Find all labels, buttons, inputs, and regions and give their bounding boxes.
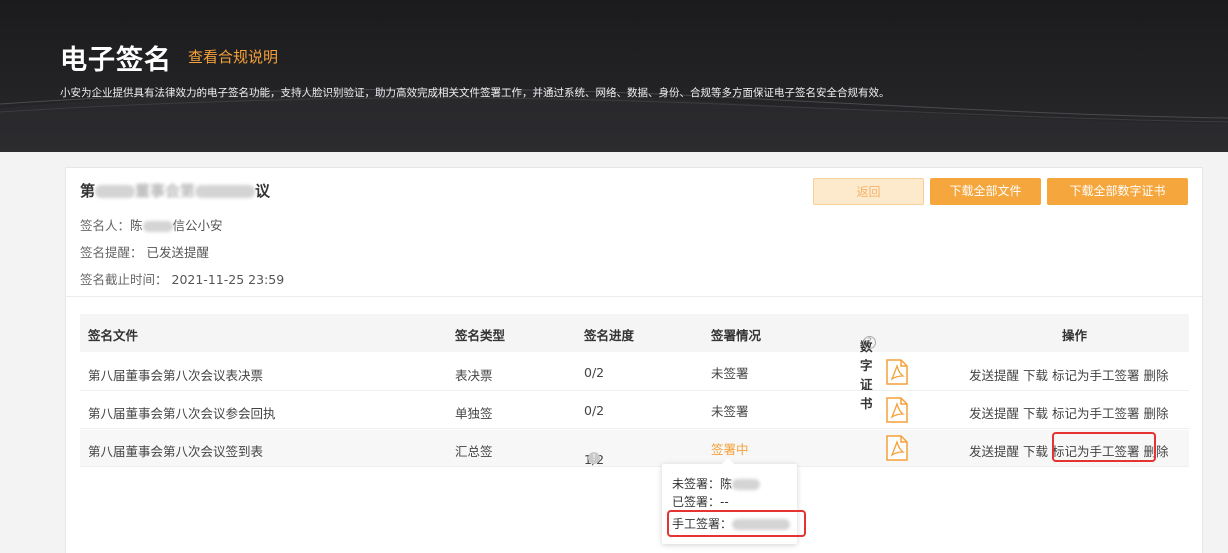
download-all-files-button[interactable]: 下载全部文件 bbox=[930, 178, 1041, 205]
header-ops: 操作 bbox=[1062, 328, 1088, 343]
meeting-title-prefix: 第 bbox=[80, 182, 96, 200]
tooltip-signed-label: 已签署： bbox=[672, 495, 721, 509]
highlight-box bbox=[1052, 432, 1156, 462]
deadline-info: 签名截止时间： 2021-11-25 23:59 bbox=[80, 269, 284, 288]
row-type: 汇总签 bbox=[455, 444, 493, 459]
send-reminder-link[interactable]: 发送提醒 bbox=[969, 368, 1019, 383]
tooltip-signed: 已签署：-- bbox=[672, 493, 729, 510]
table-row: 第八届董事会第八次会议签到表 汇总签 1/2! 签署中 发送提醒 下载 标记为手… bbox=[80, 430, 1189, 467]
header-status: 签署情况 bbox=[711, 328, 762, 343]
download-all-certificates-button[interactable]: 下载全部数字证书 bbox=[1047, 178, 1188, 205]
row-operations: 发送提醒 下载 标记为手工签署 删除 bbox=[969, 365, 1169, 384]
row-status: 未签署 bbox=[711, 404, 749, 419]
highlight-box bbox=[667, 510, 806, 537]
meeting-title-mid: 董事会第 bbox=[135, 182, 196, 200]
pdf-icon[interactable] bbox=[886, 435, 908, 461]
compliance-link[interactable]: 查看合规说明 bbox=[188, 46, 278, 67]
help-icon[interactable]: ? bbox=[863, 336, 876, 349]
send-reminder-link[interactable]: 发送提醒 bbox=[969, 406, 1019, 421]
download-link[interactable]: 下载 bbox=[1023, 406, 1048, 421]
row-type: 单独签 bbox=[455, 406, 493, 421]
table-row: 第八届董事会第八次会议参会回执 单独签 0/2 未签署 发送提醒 下载 标记为手… bbox=[80, 392, 1189, 429]
signer-label: 签名人： bbox=[80, 218, 131, 233]
reminder-label: 签名提醒： bbox=[80, 245, 143, 260]
reminder-info: 签名提醒： 已发送提醒 bbox=[80, 242, 209, 261]
signer-info: 签名人：陈 信公小安 bbox=[80, 215, 223, 234]
delete-link[interactable]: 删除 bbox=[1144, 406, 1169, 421]
pdf-icon[interactable] bbox=[886, 359, 908, 385]
header-file: 签名文件 bbox=[88, 328, 139, 343]
header-banner: 电子签名 查看合规说明 小安为企业提供具有法律效力的电子签名功能，支持人脸识别验… bbox=[0, 0, 1228, 152]
redacted-text bbox=[732, 479, 761, 490]
page-description: 小安为企业提供具有法律效力的电子签名功能，支持人脸识别验证，助力高效完成相关文件… bbox=[60, 87, 890, 99]
signer-prefix: 陈 bbox=[130, 218, 143, 233]
delete-link[interactable]: 删除 bbox=[1144, 368, 1169, 383]
page-title: 电子签名 bbox=[60, 45, 172, 76]
redacted-text bbox=[142, 221, 173, 232]
row-status[interactable]: 签署中 bbox=[711, 439, 749, 458]
meeting-title-suffix: 议 bbox=[255, 182, 271, 200]
row-progress: 0/2 bbox=[584, 403, 605, 418]
section-divider bbox=[66, 296, 1202, 297]
tooltip-unsigned-label: 未签署： bbox=[672, 477, 721, 491]
row-file: 第八届董事会第八次会议参会回执 bbox=[88, 406, 276, 421]
row-operations: 发送提醒 下载 标记为手工签署 删除 bbox=[969, 403, 1169, 422]
header-progress: 签名进度 bbox=[584, 328, 635, 343]
tooltip-signed-value: -- bbox=[720, 495, 729, 509]
mark-manual-sign-link[interactable]: 标记为手工签署 bbox=[1052, 368, 1140, 383]
signer-suffix: 信公小安 bbox=[172, 218, 223, 233]
table-row: 第八届董事会第八次会议表决票 表决票 0/2 未签署 发送提醒 下载 标记为手工… bbox=[80, 354, 1189, 391]
info-icon[interactable]: ! bbox=[588, 452, 600, 464]
download-link[interactable]: 下载 bbox=[1023, 444, 1048, 459]
row-type: 表决票 bbox=[455, 368, 493, 383]
tooltip-unsigned: 未签署：陈 bbox=[672, 475, 761, 492]
redacted-text bbox=[195, 185, 256, 198]
signature-detail-card: 第董事会第议 签名人：陈 信公小安 签名提醒： 已发送提醒 签名截止时间： 202… bbox=[65, 167, 1203, 553]
meeting-title: 第 董事会第 议 bbox=[80, 180, 270, 201]
header-type: 签名类型 bbox=[455, 328, 506, 343]
row-progress: 0/2 bbox=[584, 365, 605, 380]
banner-swoosh-decoration bbox=[0, 88, 1228, 152]
back-button[interactable]: 返回 bbox=[813, 178, 924, 205]
tooltip-unsigned-value: 陈 bbox=[720, 477, 733, 491]
row-file: 第八届董事会第八次会议表决票 bbox=[88, 368, 264, 383]
redacted-text bbox=[95, 185, 136, 198]
pdf-icon[interactable] bbox=[886, 397, 908, 423]
mark-manual-sign-link[interactable]: 标记为手工签署 bbox=[1052, 406, 1140, 421]
deadline-label: 签名截止时间： bbox=[80, 272, 168, 287]
send-reminder-link[interactable]: 发送提醒 bbox=[969, 444, 1019, 459]
row-file: 第八届董事会第八次会议签到表 bbox=[88, 444, 264, 459]
table-header: 签名文件 签名类型 签名进度 签署情况 数字证书? 操作 bbox=[80, 314, 1189, 411]
row-status: 未签署 bbox=[711, 366, 749, 381]
download-link[interactable]: 下载 bbox=[1023, 368, 1048, 383]
deadline-value: 2021-11-25 23:59 bbox=[171, 272, 285, 287]
reminder-value: 已发送提醒 bbox=[146, 245, 210, 260]
